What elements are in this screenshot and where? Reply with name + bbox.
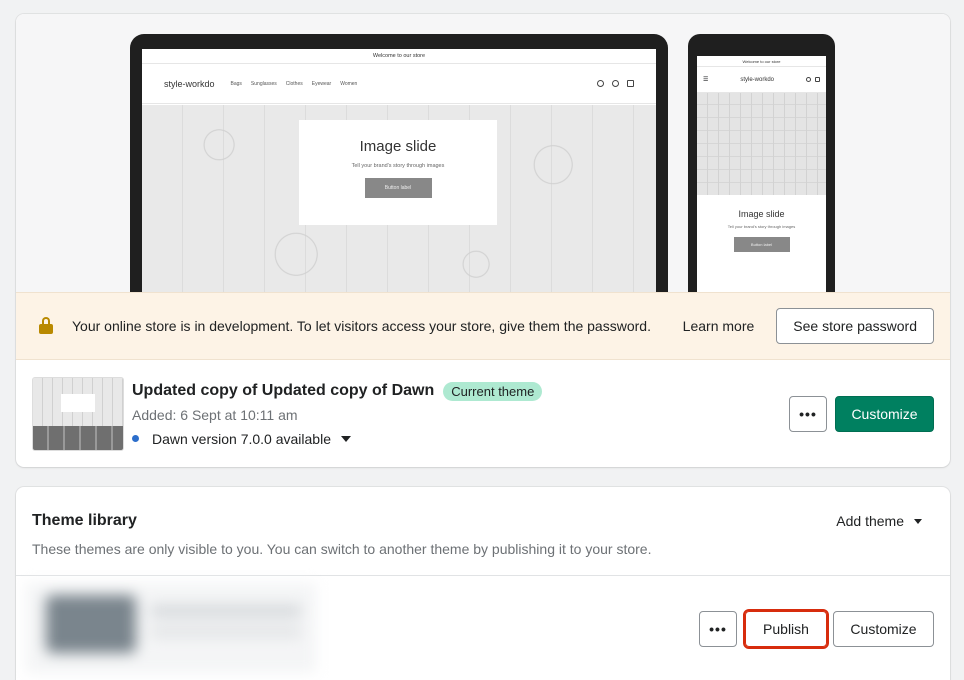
desktop-preview: Welcome to our store style-workdo Bags S… bbox=[130, 34, 668, 292]
theme-library-description: These themes are only visible to you. Yo… bbox=[32, 541, 652, 557]
see-store-password-button[interactable]: See store password bbox=[776, 308, 934, 344]
desktop-nav-item: Sunglasses bbox=[250, 80, 277, 87]
mobile-store-header: ☰ style-workdo bbox=[697, 67, 826, 93]
version-update-dropdown[interactable]: Dawn version 7.0.0 available bbox=[132, 431, 789, 447]
cart-icon bbox=[814, 77, 820, 82]
development-banner: Your online store is in development. To … bbox=[16, 292, 950, 360]
banner-message: Your online store is in development. To … bbox=[72, 318, 651, 334]
publish-button[interactable]: Publish bbox=[743, 609, 829, 649]
desktop-nav-item: Eyewear bbox=[311, 80, 332, 87]
mobile-screen: Welcome to our store ☰ style-workdo Imag… bbox=[697, 56, 826, 292]
mobile-hero-title: Image slide bbox=[738, 209, 785, 219]
desktop-screen: Welcome to our store style-workdo Bags S… bbox=[142, 49, 656, 292]
learn-more-link[interactable]: Learn more bbox=[683, 318, 755, 334]
lock-icon bbox=[38, 317, 54, 335]
current-theme-thumbnail bbox=[32, 377, 124, 451]
desktop-announcement: Welcome to our store bbox=[142, 49, 656, 64]
divider bbox=[16, 575, 950, 576]
blurred-theme-entry bbox=[26, 583, 316, 673]
current-theme-card: Welcome to our store style-workdo Bags S… bbox=[16, 14, 950, 467]
account-icon bbox=[612, 80, 619, 87]
current-theme-info: Updated copy of Updated copy of Dawn Cur… bbox=[132, 381, 789, 447]
library-theme-customize-button[interactable]: Customize bbox=[833, 611, 934, 647]
theme-library-title: Theme library bbox=[32, 512, 137, 529]
desktop-store-nav: Bags Sunglasses Clothes Eyewear Women bbox=[231, 81, 358, 87]
desktop-store-logo: style-workdo bbox=[164, 78, 215, 89]
current-theme-row: Updated copy of Updated copy of Dawn Cur… bbox=[32, 377, 934, 451]
current-theme-more-actions-button[interactable]: ••• bbox=[789, 396, 827, 432]
current-theme-badge: Current theme bbox=[443, 381, 543, 401]
desktop-hero-button: Button label bbox=[364, 178, 432, 198]
menu-icon: ☰ bbox=[703, 77, 709, 83]
desktop-nav-item: Women bbox=[340, 80, 358, 87]
mobile-hero-box: Image slide Tell your brand's story thro… bbox=[697, 195, 826, 252]
update-dot-icon bbox=[132, 435, 139, 442]
desktop-nav-item: Bags bbox=[230, 80, 242, 87]
add-theme-label: Add theme bbox=[836, 513, 904, 529]
desktop-hero-subtitle: Tell your brand's story through images bbox=[351, 163, 445, 169]
theme-title-line: Updated copy of Updated copy of Dawn Cur… bbox=[132, 381, 789, 401]
caret-down-icon bbox=[914, 518, 922, 524]
desktop-hero-box: Image slide Tell your brand's story thro… bbox=[299, 120, 497, 225]
theme-library-card: Theme library Add theme These themes are… bbox=[16, 487, 950, 680]
search-icon bbox=[597, 80, 604, 87]
caret-down-icon bbox=[341, 435, 351, 442]
theme-preview: Welcome to our store style-workdo Bags S… bbox=[16, 14, 950, 292]
desktop-store-icons bbox=[597, 80, 634, 87]
mobile-hero-image bbox=[697, 93, 826, 195]
desktop-store-header: style-workdo Bags Sunglasses Clothes Eye… bbox=[142, 64, 656, 104]
mobile-hero-subtitle: Tell your brand's story through images bbox=[727, 224, 796, 229]
mobile-preview: Welcome to our store ☰ style-workdo Imag… bbox=[688, 34, 835, 292]
current-theme-name: Updated copy of Updated copy of Dawn bbox=[132, 382, 435, 399]
library-theme-more-actions-button[interactable]: ••• bbox=[699, 611, 737, 647]
search-icon bbox=[805, 77, 811, 82]
version-text: Dawn version 7.0.0 available bbox=[152, 430, 331, 447]
mobile-header-icons bbox=[805, 77, 820, 82]
desktop-nav-item: Clothes bbox=[285, 80, 303, 87]
theme-added-date: Added: 6 Sept at 10:11 am bbox=[132, 406, 298, 423]
cart-icon bbox=[627, 80, 634, 87]
mobile-announcement: Welcome to our store bbox=[697, 56, 826, 67]
add-theme-button[interactable]: Add theme bbox=[836, 513, 922, 529]
library-theme-actions: ••• Publish Customize bbox=[699, 609, 934, 649]
mobile-store-logo: style-workdo bbox=[740, 76, 775, 83]
current-theme-customize-button[interactable]: Customize bbox=[835, 396, 934, 432]
mobile-hero-button: Button label bbox=[733, 237, 790, 252]
desktop-hero-title: Image slide bbox=[359, 138, 437, 155]
